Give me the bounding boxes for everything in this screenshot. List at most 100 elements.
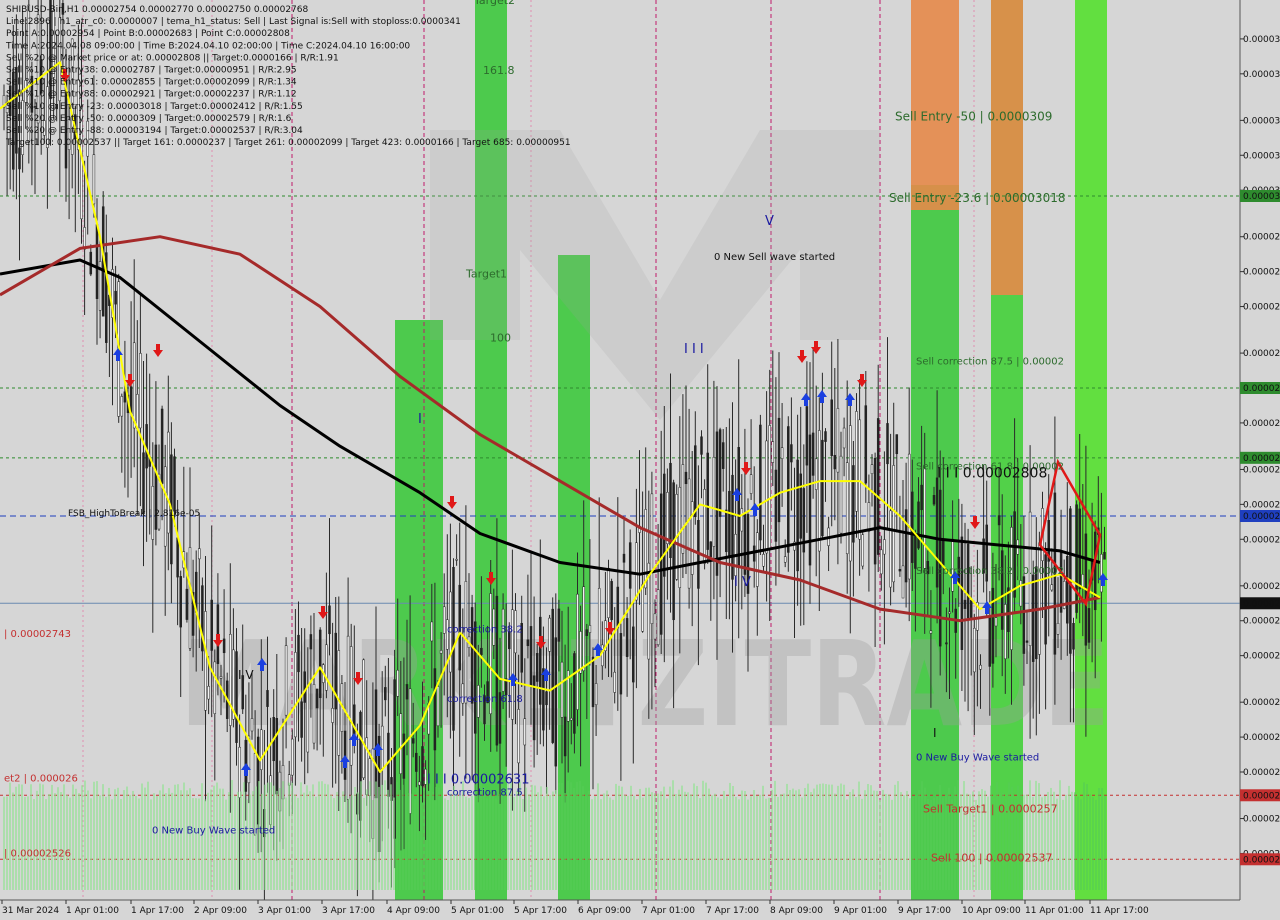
y-tick-label-20: 0.00002	[1243, 815, 1280, 825]
candle-body	[994, 617, 998, 627]
candle-body	[805, 406, 809, 466]
info-line-2: Point A:0.00002954 | Point B:0.00002683 …	[6, 29, 290, 39]
candle-body	[684, 471, 688, 485]
time-axis	[0, 900, 1280, 920]
candle-body	[898, 569, 902, 572]
candle-body	[756, 532, 759, 587]
y-tick-label-12: 0.00002	[1243, 500, 1280, 510]
candle-body	[495, 595, 499, 746]
candle-body	[266, 690, 269, 707]
candle-body	[886, 423, 889, 465]
candle-body	[991, 587, 995, 664]
annotation-7: 0 New Buy Wave started	[916, 752, 1039, 763]
candle-body	[260, 729, 263, 770]
candle-body	[442, 606, 446, 634]
x-tick-label-10: 7 Apr 01:00	[642, 906, 695, 916]
candle-body	[917, 501, 920, 549]
candle-body	[331, 708, 334, 723]
candle-body	[114, 290, 117, 305]
candle-body	[439, 650, 443, 654]
candle-body	[774, 469, 778, 542]
candle-body	[455, 558, 458, 561]
x-tick-label-13: 9 Apr 01:00	[834, 906, 887, 916]
candle-body	[625, 618, 629, 657]
candle-body	[824, 431, 827, 442]
candle-body	[901, 565, 905, 599]
candle-body	[718, 429, 722, 517]
candle-body	[198, 548, 201, 560]
price-axis	[1240, 0, 1280, 900]
y-tick-label-5: 0.00002	[1243, 233, 1280, 243]
price-badge-label-4: 0.00002	[1243, 599, 1280, 609]
annotation-22: Target2	[473, 0, 515, 7]
candle-body	[387, 732, 390, 797]
candle-body	[83, 227, 86, 250]
candle-body	[663, 473, 666, 577]
candle-body	[1000, 550, 1004, 630]
candle-body	[845, 462, 849, 555]
price-badge-label-0: 0.00003	[1243, 192, 1280, 202]
candle-body	[1103, 552, 1106, 560]
candle-body	[120, 396, 124, 417]
x-tick-label-17: 11 Apr 17:00	[1090, 906, 1149, 916]
candle-body	[18, 147, 21, 170]
candle-body	[706, 452, 709, 550]
candle-body	[904, 509, 908, 583]
candle-body	[728, 490, 731, 558]
info-line-0: SHIBUSD-Bin,H1 0.00002754 0.00002770 0.0…	[6, 5, 308, 15]
candle-body	[1031, 574, 1035, 662]
candle-body	[836, 408, 840, 473]
candle-body	[573, 653, 576, 734]
candle-body	[315, 688, 319, 709]
candle-body	[173, 456, 176, 512]
annotation-2: Sell correction 87.5 | 0.00002	[916, 357, 1064, 368]
candle-body	[142, 452, 145, 515]
candle-body	[362, 659, 365, 779]
info-line-6: Sell %10 @ Entry61: 0.00002855 | Target:…	[6, 78, 297, 88]
candle-body	[526, 639, 530, 647]
candle-body	[715, 431, 719, 576]
candle-body	[560, 661, 564, 718]
candle-body	[402, 733, 406, 779]
candle-body	[849, 425, 852, 562]
candle-body	[1075, 504, 1078, 613]
y-tick-label-6: 0.00002	[1243, 268, 1280, 278]
x-tick-label-11: 7 Apr 17:00	[706, 906, 759, 916]
candle-body	[777, 417, 781, 523]
y-tick-label-17: 0.00002	[1243, 698, 1280, 708]
x-tick-label-16: 11 Apr 01:00	[1025, 906, 1084, 916]
candle-body	[712, 456, 716, 547]
candle-body	[1007, 587, 1010, 632]
candle-body	[557, 608, 561, 642]
candle-body	[855, 411, 858, 512]
candle-body	[653, 613, 657, 640]
candle-body	[188, 547, 192, 649]
candle-body	[876, 418, 880, 555]
x-tick-label-4: 3 Apr 01:00	[258, 906, 311, 916]
annotation-26: I V	[238, 668, 254, 682]
candle-body	[294, 652, 297, 738]
info-line-5: Sell %10 @ Entry38: 0.00002787 | Target:…	[6, 66, 297, 76]
y-tick-label-3: 0.00003	[1243, 151, 1280, 161]
y-tick-label-0: 0.00003	[1243, 35, 1280, 45]
candle-body	[1022, 576, 1026, 654]
candle-body	[418, 781, 421, 786]
candle-body	[585, 629, 589, 636]
candle-body	[303, 671, 306, 703]
candle-body	[563, 716, 567, 757]
candle-body	[858, 419, 861, 540]
candle-body	[1078, 508, 1081, 590]
candle-body	[415, 752, 418, 772]
candle-body	[591, 656, 595, 708]
candle-body	[384, 687, 387, 701]
y-tick-label-7: 0.00002	[1243, 303, 1280, 313]
candle-body	[92, 154, 96, 205]
y-tick-label-1: 0.00003	[1243, 70, 1280, 80]
x-tick-label-15: 10 Apr 09:00	[962, 906, 1021, 916]
candle-body	[132, 342, 136, 429]
candle-body	[594, 683, 598, 705]
candle-body	[529, 626, 533, 686]
price-badge-label-6: 0.00002	[1243, 855, 1280, 865]
candle-body	[160, 408, 164, 484]
candle-body	[694, 445, 697, 518]
